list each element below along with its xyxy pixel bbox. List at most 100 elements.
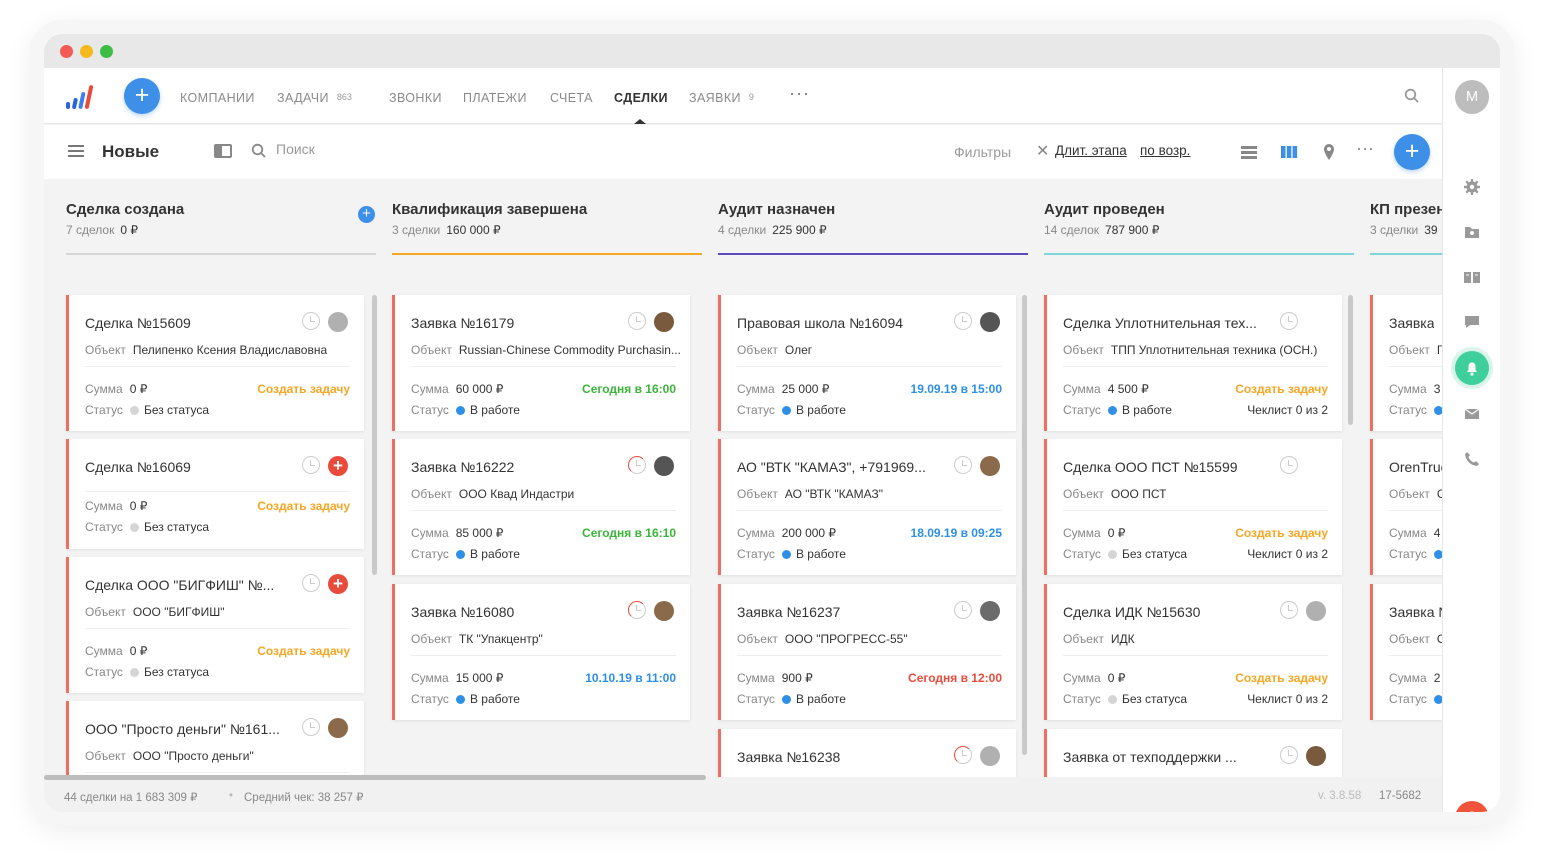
clock-icon[interactable] bbox=[1280, 456, 1298, 474]
deal-card[interactable]: Сделка Уплотнительная тех... Объект ТПП Уп… bbox=[1044, 295, 1342, 431]
nav-tab[interactable]: ЗАДАЧИ 863 bbox=[277, 91, 352, 105]
notifications-button[interactable] bbox=[1455, 351, 1489, 385]
help-button[interactable]: ? bbox=[1455, 801, 1489, 812]
deal-card[interactable]: Заявка №16238ОбъектИП bbox=[718, 729, 1016, 777]
responsible-avatar[interactable] bbox=[654, 601, 674, 621]
deal-card[interactable]: ООО "Просто деньги" №161... Объект ООО "Пр… bbox=[66, 701, 364, 777]
column-header[interactable]: Сделка создана 7 сделок 0 ₽ bbox=[66, 201, 376, 253]
add-responsible-icon[interactable]: + bbox=[328, 456, 348, 476]
deal-task-action[interactable]: Сегодня в 16:10 bbox=[582, 526, 676, 540]
clock-icon[interactable] bbox=[954, 601, 972, 619]
deal-card[interactable]: Сделка ООО "БИГФИШ" №... Объект ООО "БИГФИ… bbox=[66, 557, 364, 693]
deal-card[interactable]: Заявка №16080 Объект ТК "Упакцентр" Сумма 15… bbox=[392, 584, 690, 720]
column-scrollbar[interactable] bbox=[1348, 295, 1353, 425]
column-add-deal-button[interactable]: + bbox=[358, 206, 375, 223]
contacts-folder-icon[interactable] bbox=[1463, 223, 1481, 241]
kanban-view-icon[interactable] bbox=[1279, 142, 1299, 162]
deal-task-action[interactable]: Создать задачу bbox=[1235, 671, 1328, 685]
maximize-window-button[interactable] bbox=[100, 45, 113, 58]
menu-icon[interactable] bbox=[68, 145, 84, 160]
deal-card[interactable]: Заявка от техподдержки ...ОбъектСтанисла… bbox=[1044, 729, 1342, 777]
clock-icon[interactable] bbox=[954, 456, 972, 474]
deal-checklist[interactable]: Чеклист 0 из 2 bbox=[1247, 403, 1328, 417]
deal-card[interactable]: АО "ВТК "КАМАЗ", +791969... Объект АО "ВТК… bbox=[718, 439, 1016, 575]
clock-icon[interactable] bbox=[1280, 312, 1298, 330]
clock-icon[interactable] bbox=[628, 456, 646, 474]
toolbar-more-icon[interactable]: ··· bbox=[1356, 138, 1376, 158]
nav-more-icon[interactable]: ··· bbox=[789, 83, 810, 104]
filters-button[interactable]: Фильтры bbox=[954, 144, 1011, 160]
deal-task-action[interactable]: Сегодня в 16:00 bbox=[582, 382, 676, 396]
column-scrollbar[interactable] bbox=[1022, 295, 1027, 755]
responsible-avatar[interactable] bbox=[1306, 601, 1326, 621]
clock-icon[interactable] bbox=[1280, 746, 1298, 764]
nav-tab[interactable]: ЗВОНКИ bbox=[389, 91, 442, 105]
responsible-avatar[interactable] bbox=[328, 718, 348, 738]
settings-gear-icon[interactable] bbox=[1463, 178, 1481, 196]
deal-task-action[interactable]: Создать задачу bbox=[257, 499, 350, 513]
responsible-avatar[interactable] bbox=[328, 312, 348, 332]
deal-card[interactable]: Правовая школа №16094 Объект Олег Сумма 25 0… bbox=[718, 295, 1016, 431]
clock-icon[interactable] bbox=[302, 456, 320, 474]
deal-task-action[interactable]: 19.09.19 в 15:00 bbox=[911, 382, 1002, 396]
deal-card[interactable]: Заявка Объект Г Сумма 3 Статус bbox=[1370, 295, 1442, 431]
deal-task-action[interactable]: Создать задачу bbox=[1235, 526, 1328, 540]
deal-card[interactable]: Сделка №15609 Объект Пелипенко Ксения Влад… bbox=[66, 295, 364, 431]
add-responsible-icon[interactable]: + bbox=[328, 574, 348, 594]
deal-card[interactable]: Заявка N Объект О Сумма 2 Статус bbox=[1370, 584, 1442, 720]
responsible-avatar[interactable] bbox=[654, 312, 674, 332]
deal-card[interactable]: Сделка №16069 Сумма 0 ₽ Статус Без статуса Со… bbox=[66, 439, 364, 549]
clear-sort-icon[interactable]: ✕ bbox=[1036, 141, 1049, 161]
column-scrollbar[interactable] bbox=[372, 295, 377, 575]
clock-icon[interactable] bbox=[954, 312, 972, 330]
deal-card[interactable]: Сделка ИДК №15630 Объект ИДК Сумма 0 ₽ Статус… bbox=[1044, 584, 1342, 720]
close-window-button[interactable] bbox=[60, 45, 73, 58]
card-view-icon[interactable] bbox=[214, 144, 232, 158]
clock-icon[interactable] bbox=[954, 746, 972, 764]
responsible-avatar[interactable] bbox=[980, 601, 1000, 621]
sort-field-link[interactable]: Длит. этапа bbox=[1055, 143, 1127, 158]
chat-icon[interactable] bbox=[1463, 313, 1481, 331]
deal-card[interactable]: Сделка ООО ПСТ №15599 Объект ООО ПСТ Сумма 0… bbox=[1044, 439, 1342, 575]
deal-task-action[interactable]: Сегодня в 12:00 bbox=[908, 671, 1002, 685]
global-add-button[interactable]: + bbox=[124, 78, 160, 114]
view-title[interactable]: Новые bbox=[102, 142, 159, 162]
clock-icon[interactable] bbox=[302, 574, 320, 592]
column-header[interactable]: Квалификация завершена 3 сделки 160 000 ₽ bbox=[392, 201, 702, 253]
responsible-avatar[interactable] bbox=[1306, 746, 1326, 766]
book-icon[interactable] bbox=[1463, 268, 1481, 286]
deal-card[interactable]: Заявка №16237 Объект ООО "ПРОГРЕСС-55" Сумм… bbox=[718, 584, 1016, 720]
responsible-avatar[interactable] bbox=[980, 746, 1000, 766]
responsible-avatar[interactable] bbox=[980, 312, 1000, 332]
responsible-avatar[interactable] bbox=[654, 456, 674, 476]
deal-task-action[interactable]: 18.09.19 в 09:25 bbox=[911, 526, 1002, 540]
clock-icon[interactable] bbox=[1280, 601, 1298, 619]
clock-icon[interactable] bbox=[302, 312, 320, 330]
nav-tab[interactable]: ПЛАТЕЖИ bbox=[463, 91, 527, 105]
phone-icon[interactable] bbox=[1463, 450, 1481, 468]
deal-task-action[interactable]: Создать задачу bbox=[257, 644, 350, 658]
user-avatar[interactable]: M bbox=[1455, 80, 1489, 114]
deal-task-action[interactable]: Создать задачу bbox=[257, 382, 350, 396]
clock-icon[interactable] bbox=[628, 601, 646, 619]
nav-tab[interactable]: ЗАЯВКИ 9 bbox=[689, 91, 754, 105]
search-icon[interactable] bbox=[1404, 88, 1420, 104]
list-view-icon[interactable] bbox=[1239, 142, 1259, 162]
deal-task-action[interactable]: Создать задачу bbox=[1235, 382, 1328, 396]
deal-checklist[interactable]: Чеклист 0 из 2 bbox=[1247, 692, 1328, 706]
column-header[interactable]: Аудит назначен 4 сделки 225 900 ₽ bbox=[718, 201, 1028, 253]
column-header[interactable]: Аудит проведен 14 сделок 787 900 ₽ bbox=[1044, 201, 1354, 253]
deal-card[interactable]: Заявка №16222 Объект ООО Квад Индастри Сумм… bbox=[392, 439, 690, 575]
search-input[interactable] bbox=[276, 141, 476, 157]
mail-icon[interactable] bbox=[1463, 405, 1481, 423]
deal-card[interactable]: Заявка №16179 Объект Russian-Chinese Commo… bbox=[392, 295, 690, 431]
nav-tab[interactable]: СДЕЛКИ bbox=[614, 91, 668, 105]
deal-card[interactable]: OrenTruc Объект С Сумма 4 Статус bbox=[1370, 439, 1442, 575]
nav-tab[interactable]: СЧЕТА bbox=[550, 91, 593, 105]
map-pin-icon[interactable] bbox=[1319, 142, 1339, 162]
sort-direction-link[interactable]: по возр. bbox=[1140, 143, 1190, 158]
minimize-window-button[interactable] bbox=[80, 45, 93, 58]
deal-checklist[interactable]: Чеклист 0 из 2 bbox=[1247, 547, 1328, 561]
clock-icon[interactable] bbox=[302, 718, 320, 736]
responsible-avatar[interactable] bbox=[980, 456, 1000, 476]
